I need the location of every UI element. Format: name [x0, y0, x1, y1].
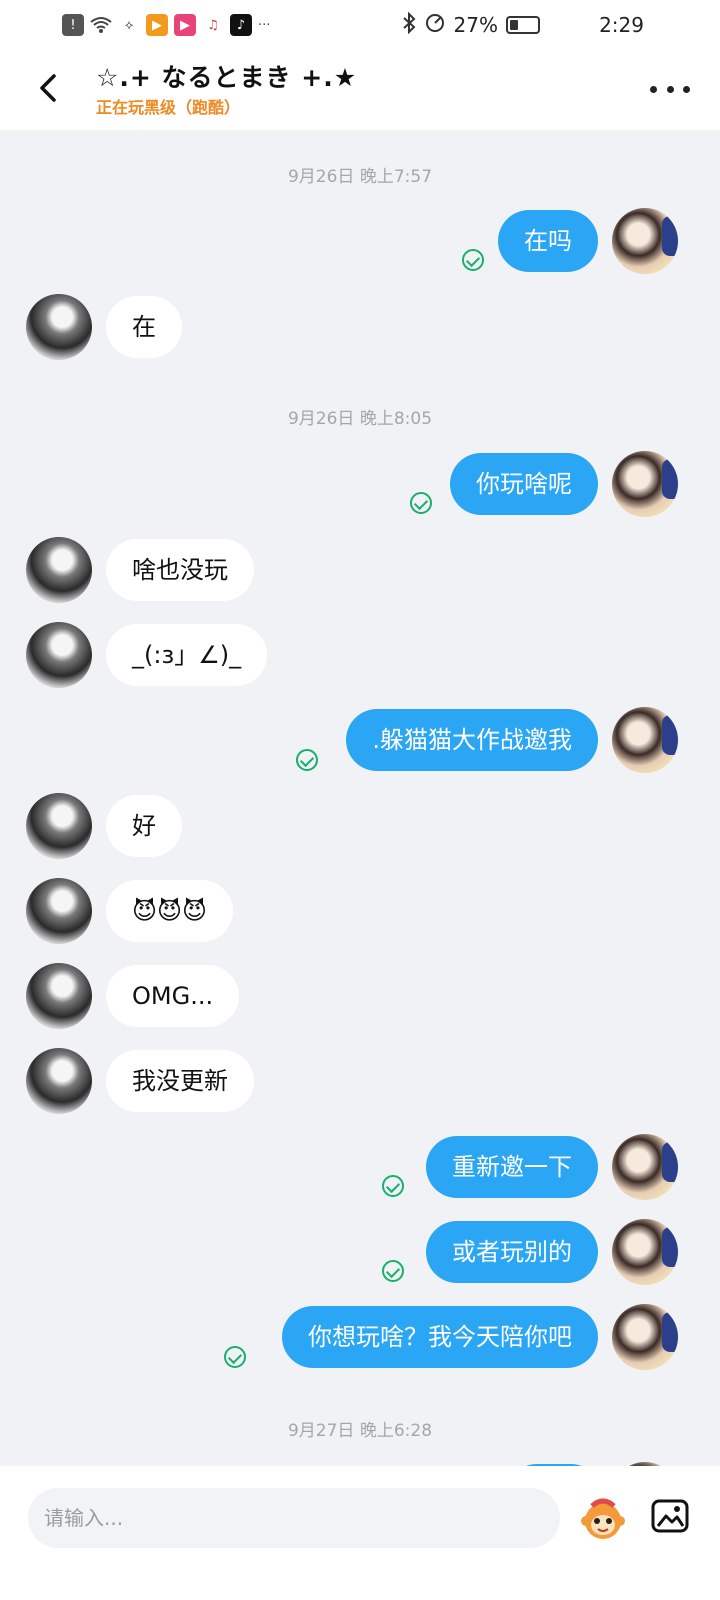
image-icon: [651, 1499, 689, 1533]
input-bar: 请输入...: [0, 1466, 720, 1600]
contact-avatar[interactable]: [26, 1048, 92, 1114]
back-button[interactable]: [30, 68, 70, 108]
data-saver-icon: [424, 12, 446, 39]
message-outgoing[interactable]: 重新邀一下: [426, 1136, 598, 1198]
contact-status: 正在玩黑级（跑酷）: [96, 98, 241, 117]
message-incoming[interactable]: 啥也没玩: [106, 539, 254, 601]
my-avatar[interactable]: [612, 1134, 678, 1200]
my-avatar[interactable]: [612, 208, 678, 274]
chat-header: ☆.+ なるとまき +.★ 正在玩黑级（跑酷）: [0, 50, 720, 130]
battery-icon: [506, 16, 540, 34]
message-incoming[interactable]: OMG...: [106, 965, 240, 1027]
read-check-icon: [382, 1175, 404, 1197]
read-check-icon: [382, 1260, 404, 1282]
message-outgoing[interactable]: 你玩啥呢: [450, 453, 598, 515]
timestamp: 9月26日 晚上8:05: [287, 409, 433, 429]
monkey-emoji-icon: [581, 1498, 625, 1539]
timestamp: 9月27日 晚上6:28: [287, 1421, 433, 1441]
video-app-icon: ▶: [146, 14, 168, 36]
contact-avatar[interactable]: [26, 622, 92, 688]
message-outgoing[interactable]: .躲猫猫大作战邀我: [346, 709, 598, 771]
battery-percent: 27%: [453, 13, 498, 37]
contact-avatar[interactable]: [26, 963, 92, 1029]
more-notifications-icon: ···: [258, 17, 271, 33]
message-incoming[interactable]: _(:з」∠)_: [106, 624, 268, 686]
contact-avatar[interactable]: [26, 294, 92, 360]
wifi-icon: [90, 14, 112, 36]
more-button[interactable]: [650, 74, 690, 104]
read-check-icon: [296, 749, 318, 771]
message-outgoing[interactable]: 你想玩啥？我今天陪你吧: [282, 1306, 598, 1368]
status-bar: ! ⟡ ▶ ▶ ♫ ♪ ··· 27% 2:29: [0, 0, 720, 50]
video-app-icon-2: ▶: [174, 14, 196, 36]
bluetooth-icon: [402, 11, 416, 39]
tiktok-icon: ♪: [230, 14, 252, 36]
system-icons: 27%: [402, 10, 540, 40]
message-outgoing[interactable]: 或者玩别的: [426, 1221, 598, 1283]
alert-icon: !: [62, 14, 84, 36]
my-avatar[interactable]: [612, 451, 678, 517]
chat-messages[interactable]: 9月26日 晚上7:57 在吗 在 9月26日 晚上8:05 你玩啥呢 啥也没玩…: [0, 130, 720, 1498]
emoji-button[interactable]: [578, 1494, 628, 1544]
contact-avatar[interactable]: [26, 793, 92, 859]
message-incoming[interactable]: 我没更新: [106, 1050, 254, 1112]
my-avatar[interactable]: [612, 707, 678, 773]
timestamp: 9月26日 晚上7:57: [287, 167, 433, 187]
chevron-left-icon: [40, 74, 56, 102]
more-icon: [650, 85, 657, 93]
my-avatar[interactable]: [612, 1304, 678, 1370]
notification-icons: ! ⟡ ▶ ▶ ♫ ♪ ···: [62, 10, 270, 40]
read-check-icon: [410, 492, 432, 514]
message-incoming[interactable]: 好: [106, 795, 182, 857]
clock: 2:29: [599, 13, 644, 37]
message-incoming[interactable]: 在: [106, 296, 182, 358]
contact-avatar[interactable]: [26, 878, 92, 944]
my-avatar[interactable]: [612, 1219, 678, 1285]
read-check-icon: [462, 249, 484, 271]
contact-avatar[interactable]: [26, 537, 92, 603]
link-icon: ⟡: [124, 17, 134, 33]
image-button[interactable]: [650, 1496, 690, 1536]
read-check-icon: [224, 1346, 246, 1368]
message-outgoing[interactable]: 在吗: [498, 210, 598, 272]
message-input[interactable]: 请输入...: [28, 1488, 560, 1548]
music-icon: ♫: [202, 14, 224, 36]
contact-name: ☆.+ なるとまき +.★: [96, 63, 358, 92]
message-incoming[interactable]: 😈😈😈: [106, 880, 234, 942]
